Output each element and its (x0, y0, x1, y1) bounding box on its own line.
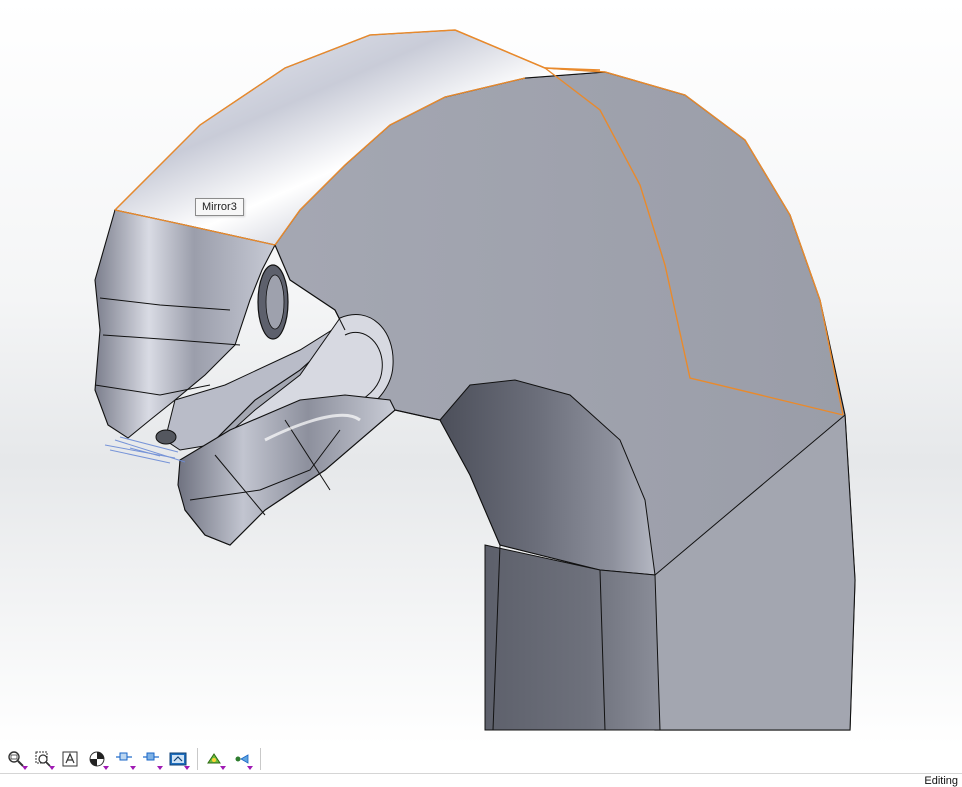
previous-view-button[interactable] (58, 747, 82, 771)
feature-tooltip: Mirror3 (195, 198, 244, 216)
edit-appearance-button[interactable] (202, 747, 226, 771)
toolbar-separator (197, 748, 198, 770)
zoom-to-area-button[interactable] (31, 747, 55, 771)
leg-front-face (484, 544, 661, 731)
zoom-to-fit-button[interactable] (4, 747, 28, 771)
section-view-button[interactable] (85, 747, 109, 771)
hide-show-items-button[interactable] (166, 747, 190, 771)
status-bar: Editing (0, 773, 962, 787)
nose-hole (155, 429, 177, 445)
graphics-viewport[interactable]: Mirror3 (0, 0, 962, 745)
status-mode: Editing (924, 775, 958, 787)
view-orientation-button[interactable] (112, 747, 136, 771)
toolbar-separator (260, 748, 261, 770)
previous-view-icon (62, 751, 78, 767)
model-canvas[interactable] (0, 0, 962, 745)
apply-scene-button[interactable] (229, 747, 253, 771)
display-style-button[interactable] (139, 747, 163, 771)
heads-up-view-toolbar (0, 745, 962, 773)
